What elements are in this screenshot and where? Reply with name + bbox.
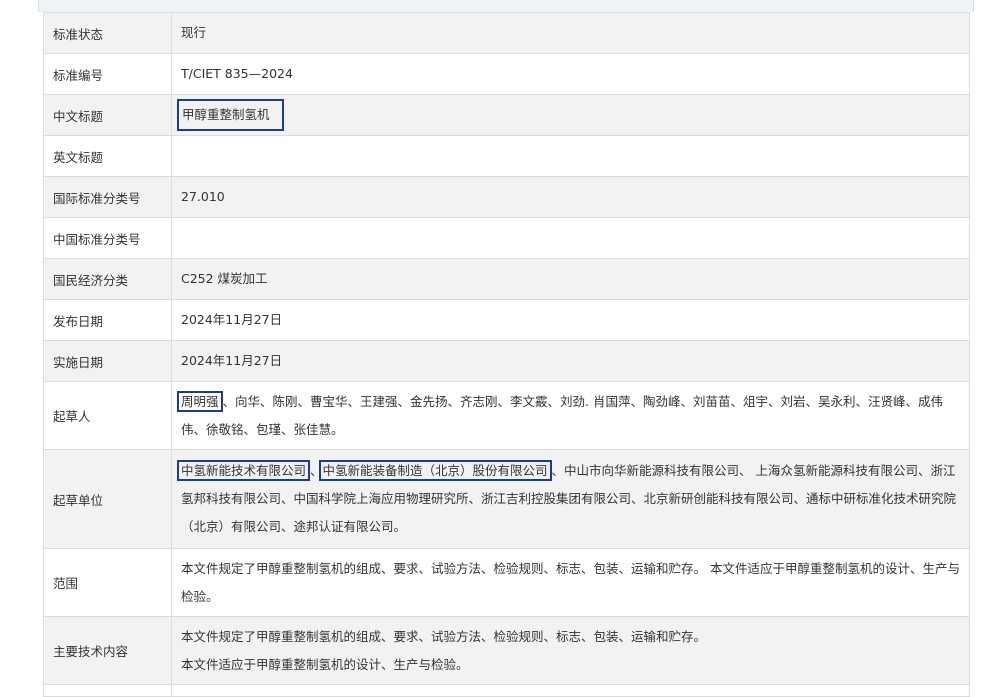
table-row: 国际标准分类号 27.010	[43, 176, 970, 218]
row-value-number: T/CIET 835—2024	[171, 53, 970, 95]
table-row: 起草单位 中氢新能技术有限公司 、中氢新能装备制造（北京）股份有限公司 、中山市向华…	[43, 449, 970, 549]
standard-info-table: 标准状态 现行 标准编号 T/CIET 835—2024 中文标题 甲醇重整制氢…	[43, 12, 970, 697]
row-value-economy: C252 煤炭加工	[171, 258, 970, 300]
highlight-box: 甲醇重整制氢机	[177, 99, 284, 131]
row-label: 范围	[43, 548, 172, 617]
drafters-rest: 、向华、陈刚、曹宝华、王建强、金先扬、齐志刚、李文霰、刘劲. 肖国萍、陶劲峰、刘…	[181, 393, 943, 437]
row-value-implement-date: 2024年11月27日	[171, 340, 970, 382]
row-value-ics: 27.010	[171, 176, 970, 218]
table-row: 标准编号 T/CIET 835—2024	[43, 53, 970, 95]
row-value-cn-title: 甲醇重整制氢机	[171, 94, 970, 136]
table-row: 主要技术内容 本文件规定了甲醇重整制氢机的组成、要求、试验方法、检验规则、标志、…	[43, 616, 970, 685]
table-row: 范围 本文件规定了甲醇重整制氢机的组成、要求、试验方法、检验规则、标志、包装、运…	[43, 548, 970, 617]
row-label: 实施日期	[43, 340, 172, 382]
highlight-box: 周明强	[177, 390, 223, 412]
row-label: 发布日期	[43, 299, 172, 341]
row-label: 国际标准分类号	[43, 176, 172, 218]
row-label: 起草单位	[43, 449, 172, 549]
row-label: 国民经济分类	[43, 258, 172, 300]
table-row: 英文标题	[43, 135, 970, 177]
row-label: 中文标题	[43, 94, 172, 136]
row-label: 主要技术内容	[43, 616, 172, 685]
row-label: 中国标准分类号	[43, 217, 172, 259]
row-label: 起草人	[43, 381, 172, 450]
table-row: 中文标题 甲醇重整制氢机	[43, 94, 970, 136]
table-row: 中国标准分类号	[43, 217, 970, 259]
row-label: 标准编号	[43, 53, 172, 95]
table-row: 发布日期 2024年11月27日	[43, 299, 970, 341]
row-value-en-title	[171, 135, 970, 177]
table-row: 国民经济分类 C252 煤炭加工	[43, 258, 970, 300]
highlight-box: 中氢新能技术有限公司	[177, 460, 311, 481]
row-value-main-content: 本文件规定了甲醇重整制氢机的组成、要求、试验方法、检验规则、标志、包装、运输和贮…	[171, 616, 970, 685]
row-value-status: 现行	[171, 12, 970, 54]
table-row: 实施日期 2024年11月27日	[43, 340, 970, 382]
row-value-drafters: 周明强 、向华、陈刚、曹宝华、王建强、金先扬、齐志刚、李文霰、刘劲. 肖国萍、陶劲…	[171, 381, 970, 450]
row-value-scope: 本文件规定了甲醇重整制氢机的组成、要求、试验方法、检验规则、标志、包装、运输和贮…	[171, 548, 970, 617]
row-value-ccs	[171, 217, 970, 259]
table-row: 标准状态 现行	[43, 12, 970, 54]
table-row: 起草人 周明强 、向华、陈刚、曹宝华、王建强、金先扬、齐志刚、李文霰、刘劲. 肖国…	[43, 381, 970, 450]
row-value-publish-date: 2024年11月27日	[171, 299, 970, 341]
row-label: 标准状态	[43, 12, 172, 54]
content-line: 本文件适应于甲醇重整制氢机的设计、生产与检验。	[181, 656, 469, 672]
content-line: 本文件规定了甲醇重整制氢机的组成、要求、试验方法、检验规则、标志、包装、运输和贮…	[181, 628, 707, 644]
highlight-box: 中氢新能装备制造（北京）股份有限公司	[318, 460, 552, 481]
row-value-drafting-units: 中氢新能技术有限公司 、中氢新能装备制造（北京）股份有限公司 、中山市向华新能源科技…	[171, 449, 970, 549]
row-label: 英文标题	[43, 135, 172, 177]
table-top-bar	[38, 0, 974, 12]
